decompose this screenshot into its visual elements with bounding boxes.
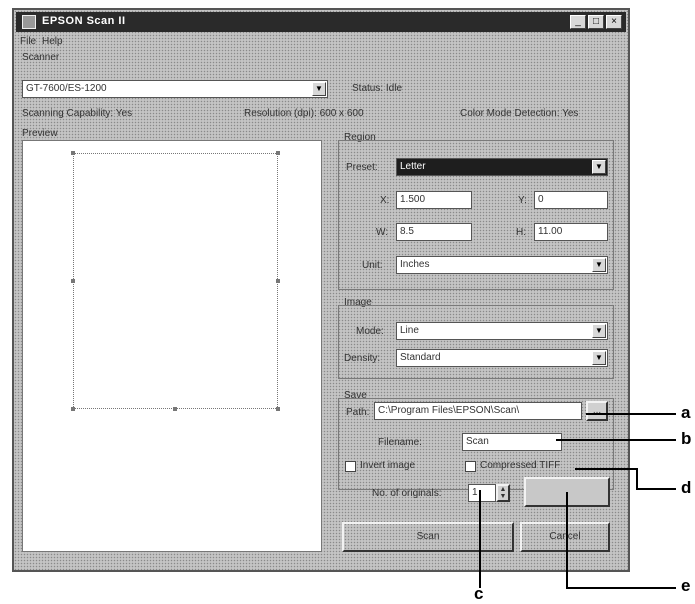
scanner-select-value: GT-7600/ES-1200	[26, 83, 107, 94]
x-input[interactable]: 1.500	[396, 191, 472, 209]
mode-value: Line	[400, 325, 419, 336]
window-title: EPSON Scan II	[42, 15, 126, 27]
mode-label: Mode:	[356, 326, 384, 337]
minimize-icon[interactable]: _	[570, 15, 586, 29]
y-label: Y:	[518, 195, 527, 206]
callout-line-e-v	[566, 492, 568, 588]
scanner-group-label: Scanner	[22, 52, 60, 63]
selection-marquee[interactable]	[73, 153, 278, 409]
y-value: 0	[538, 194, 544, 205]
unit-value: Inches	[400, 259, 430, 270]
preview-label: Preview	[22, 128, 58, 139]
callout-line-d-v	[636, 468, 638, 488]
w-input[interactable]: 8.5	[396, 223, 472, 241]
browse-button[interactable]: ...	[586, 401, 608, 421]
path-value: C:\Program Files\EPSON\Scan\	[378, 405, 520, 416]
resize-handle[interactable]	[71, 279, 75, 283]
callout-e: e	[681, 576, 691, 595]
chevron-down-icon[interactable]: ▼	[592, 160, 606, 174]
invert-image-label: Invert image	[360, 460, 416, 471]
menu-file[interactable]: File	[20, 36, 36, 47]
maximize-icon[interactable]: □	[588, 15, 604, 29]
callout-b: b	[681, 429, 692, 448]
compressed-tiff-label: Compressed TIFF	[480, 460, 561, 471]
callout-line-c	[479, 490, 481, 588]
x-label: X:	[380, 195, 390, 206]
density-label: Density:	[344, 353, 381, 364]
callout-c: c	[474, 584, 484, 603]
resize-handle[interactable]	[173, 407, 177, 411]
mode-select[interactable]: Line ▼	[396, 322, 608, 340]
callout-line-b	[556, 439, 676, 441]
originals-label: No. of originals:	[372, 488, 442, 499]
image-group	[338, 305, 614, 379]
menu-help[interactable]: Help	[42, 36, 63, 47]
path-input[interactable]: C:\Program Files\EPSON\Scan\	[374, 402, 582, 420]
scanner-select[interactable]: GT-7600/ES-1200 ▼	[22, 80, 328, 98]
callout-line-d-h1	[575, 468, 637, 470]
preview-pane[interactable]	[22, 140, 322, 552]
x-value: 1.500	[400, 194, 426, 205]
w-value: 8.5	[400, 226, 414, 237]
chevron-down-icon[interactable]: ▼	[592, 258, 606, 272]
resize-handle[interactable]	[71, 407, 75, 411]
resize-handle[interactable]	[276, 279, 280, 283]
color-mode-detection: Color Mode Detection: Yes	[460, 108, 579, 119]
filename-label: Filename:	[378, 437, 422, 448]
originals-value: 1	[472, 487, 478, 498]
title-bar[interactable]: EPSON Scan II _ □ ×	[16, 12, 626, 32]
resize-handle[interactable]	[276, 151, 280, 155]
chevron-down-icon[interactable]: ▼	[592, 324, 606, 338]
callout-a: a	[681, 403, 691, 422]
resolution-info: Resolution (dpi): 600 x 600	[244, 108, 364, 119]
callout-line-e-h	[566, 587, 676, 589]
resize-handle[interactable]	[276, 407, 280, 411]
cancel-button[interactable]: Cancel	[520, 522, 610, 552]
h-label: H:	[516, 227, 526, 238]
unit-label: Unit:	[362, 260, 383, 271]
originals-input[interactable]: 1	[468, 484, 496, 502]
callout-line-d-h2	[636, 488, 676, 490]
density-value: Standard	[400, 352, 441, 363]
preset-select[interactable]: Letter ▼	[396, 158, 608, 176]
compressed-tiff-checkbox[interactable]	[465, 461, 476, 472]
w-label: W:	[376, 227, 389, 238]
chevron-down-icon[interactable]: ▼	[592, 351, 606, 365]
app-icon	[22, 15, 36, 29]
originals-spinner[interactable]: ▲ ▼	[496, 484, 510, 502]
scan-button[interactable]: Scan	[342, 522, 514, 552]
scanning-capability: Scanning Capability: Yes	[22, 108, 133, 119]
y-input[interactable]: 0	[534, 191, 608, 209]
resize-handle[interactable]	[71, 151, 75, 155]
preset-label: Preset:	[346, 162, 378, 173]
callout-d: d	[681, 478, 692, 497]
h-input[interactable]: 11.00	[534, 223, 608, 241]
chevron-down-icon[interactable]: ▼	[312, 82, 326, 96]
invert-image-checkbox[interactable]	[345, 461, 356, 472]
status-label: Status: Idle	[352, 83, 403, 94]
preset-value: Letter	[400, 161, 426, 172]
close-icon[interactable]: ×	[606, 15, 622, 29]
h-value: 11.00	[538, 226, 563, 237]
callout-line-a	[586, 413, 676, 415]
filename-input[interactable]: Scan	[462, 433, 562, 451]
unit-select[interactable]: Inches ▼	[396, 256, 608, 274]
density-select[interactable]: Standard ▼	[396, 349, 608, 367]
path-label: Path:	[346, 407, 370, 418]
filename-value: Scan	[466, 436, 489, 447]
